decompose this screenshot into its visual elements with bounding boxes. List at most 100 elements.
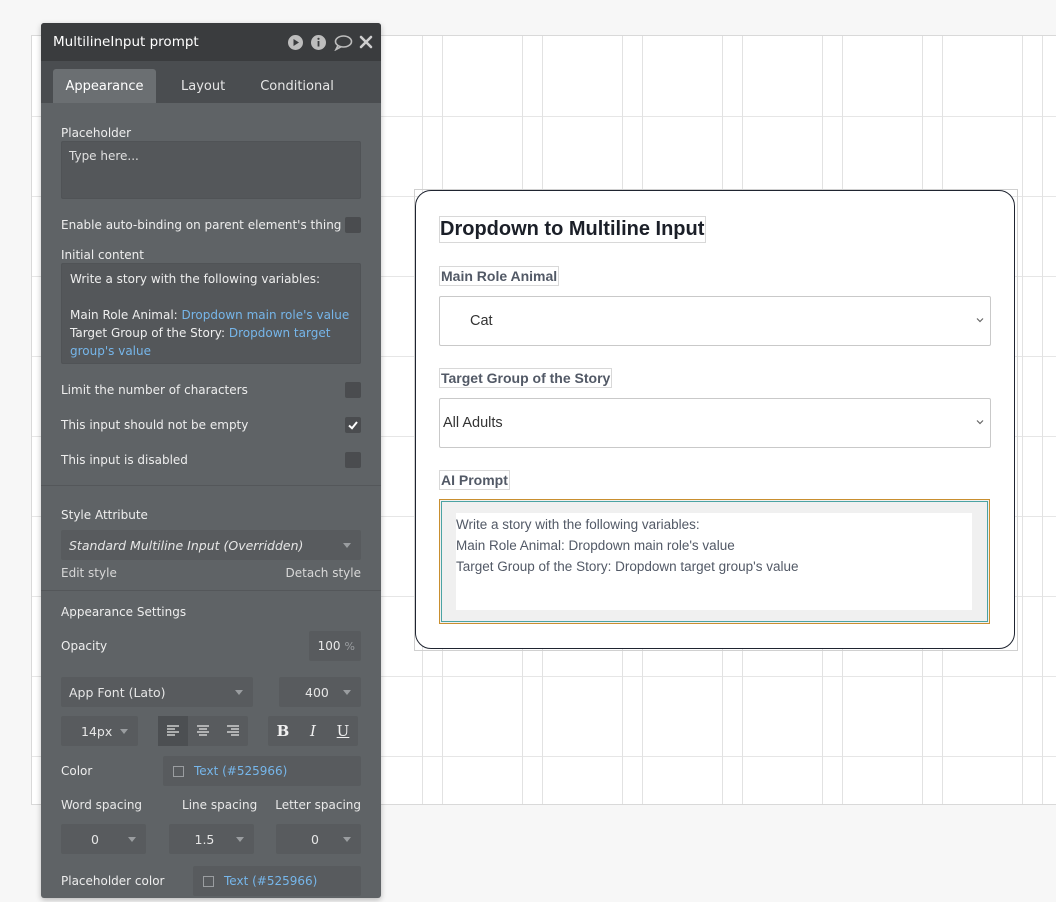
placeholder-color-label: Placeholder color [61, 874, 165, 888]
word-spacing-label: Word spacing [61, 798, 143, 812]
color-swatch [173, 765, 184, 777]
panel-titlebar[interactable]: MultilineInput prompt [41, 23, 381, 61]
underline-button[interactable]: U [328, 716, 358, 746]
main-role-dropdown[interactable]: Cat [439, 296, 991, 346]
not-empty-checkbox[interactable] [345, 416, 361, 433]
chevron-down-icon [128, 837, 136, 842]
color-swatch [203, 875, 214, 887]
opacity-label: Opacity [61, 639, 108, 653]
disabled-label: This input is disabled [61, 452, 188, 467]
disabled-row: This input is disabled [61, 442, 361, 477]
target-group-value: All Adults [443, 415, 503, 431]
letter-spacing-dropdown[interactable]: 0 [276, 824, 361, 854]
main-role-label[interactable]: Main Role Animal [439, 266, 560, 286]
target-group-label[interactable]: Target Group of the Story [439, 368, 613, 388]
line-spacing-label: Line spacing [182, 798, 258, 812]
opacity-input[interactable]: 100 % [309, 631, 361, 661]
style-value: Standard Multiline Input (Overridden) [69, 537, 304, 553]
placeholder-color-row: Placeholder color Text (#525966) [61, 866, 361, 896]
initial-content-line: Main Role Animal: Dropdown main role's v… [70, 306, 352, 324]
font-weight-dropdown[interactable]: 400 [279, 677, 361, 707]
page-title[interactable]: Dropdown to Multiline Input [439, 216, 707, 243]
ai-prompt-label[interactable]: AI Prompt [439, 470, 510, 490]
play-icon[interactable] [287, 34, 304, 51]
auto-binding-checkbox[interactable] [345, 216, 361, 233]
chevron-down-icon [235, 837, 244, 842]
spacing-labels: Word spacing Line spacing Letter spacing [61, 798, 361, 812]
placeholder-color-value: Text (#525966) [224, 874, 318, 888]
chevron-down-icon [343, 837, 351, 842]
initial-content-label: Initial content [61, 248, 144, 262]
font-family-value: App Font (Lato) [69, 684, 166, 700]
font-size-dropdown[interactable]: 14px [61, 716, 138, 746]
text-style-group: B I U [268, 716, 358, 746]
italic-button[interactable]: I [298, 716, 328, 746]
initial-content-line: Target Group of the Story: Dropdown targ… [70, 324, 352, 342]
dynamic-expression-main-role[interactable]: Dropdown main role's value [182, 308, 350, 322]
word-spacing-dropdown[interactable]: 0 [61, 824, 146, 854]
align-left-icon[interactable] [158, 716, 188, 746]
align-group [158, 716, 248, 746]
font-family-dropdown[interactable]: App Font (Lato) [61, 677, 253, 707]
auto-binding-row: Enable auto-binding on parent element's … [61, 207, 361, 242]
placeholder-label: Placeholder [61, 126, 132, 140]
panel-title[interactable]: MultilineInput prompt [53, 34, 199, 50]
not-empty-label: This input should not be empty [61, 417, 249, 432]
dynamic-expression-target-group-cont[interactable]: group's value [70, 342, 352, 360]
align-center-icon[interactable] [188, 716, 218, 746]
edit-style-link[interactable]: Edit style [61, 566, 117, 580]
letter-spacing-label: Letter spacing [275, 798, 361, 812]
chevron-down-icon [343, 690, 351, 695]
tab-conditional[interactable]: Conditional [245, 69, 349, 103]
ai-prompt-line: Write a story with the following variabl… [456, 517, 700, 532]
font-size-value: 14px [81, 723, 113, 739]
color-picker[interactable]: Text (#525966) [163, 756, 361, 786]
limit-chars-row: Limit the number of characters [61, 372, 361, 407]
placeholder-field[interactable]: Type here... [61, 141, 361, 199]
dynamic-expression-target-group[interactable]: Dropdown target [229, 326, 331, 340]
letter-spacing-value: 0 [311, 831, 319, 847]
initial-content-field[interactable]: Write a story with the following variabl… [61, 263, 361, 364]
ai-prompt-line: Main Role Animal: Dropdown main role's v… [456, 538, 735, 553]
align-right-icon[interactable] [218, 716, 248, 746]
color-label: Color [61, 764, 93, 778]
chevron-down-icon [343, 543, 351, 548]
chevron-down-icon [235, 690, 243, 695]
opacity-unit: % [344, 639, 355, 653]
limit-chars-checkbox[interactable] [345, 381, 361, 398]
chevron-down-icon [120, 729, 128, 734]
placeholder-color-picker[interactable]: Text (#525966) [193, 866, 361, 896]
tab-layout[interactable]: Layout [166, 69, 240, 103]
font-weight-value: 400 [305, 684, 329, 700]
auto-binding-label: Enable auto-binding on parent element's … [61, 217, 342, 232]
target-group-dropdown[interactable]: All Adults [439, 398, 991, 448]
chevron-down-icon [976, 318, 984, 323]
checkmark-icon [348, 420, 358, 430]
property-editor-panel[interactable]: MultilineInput prompt Appearance Layout … [41, 23, 381, 898]
disabled-checkbox[interactable] [345, 451, 361, 468]
opacity-row: Opacity 100 % [61, 631, 361, 661]
line-spacing-value: 1.5 [194, 831, 215, 847]
initial-content-line: Write a story with the following variabl… [70, 272, 321, 286]
ai-prompt-line: Target Group of the Story: Dropdown targ… [456, 559, 799, 574]
style-attribute-label: Style Attribute [61, 508, 148, 522]
not-empty-row: This input should not be empty [61, 407, 361, 442]
bold-button[interactable]: B [268, 716, 298, 746]
chevron-down-icon [976, 420, 984, 425]
grid-line [1042, 36, 1043, 804]
limit-chars-label: Limit the number of characters [61, 382, 248, 397]
initial-content-text: Main Role Animal: [70, 308, 182, 322]
style-dropdown[interactable]: Standard Multiline Input (Overridden) [61, 530, 361, 560]
info-icon[interactable] [310, 34, 327, 51]
initial-content-text: Target Group of the Story: [70, 326, 229, 340]
detach-style-link[interactable]: Detach style [286, 566, 361, 580]
word-spacing-value: 0 [91, 831, 99, 847]
grid-line [1022, 36, 1023, 804]
line-spacing-dropdown[interactable]: 1.5 [168, 824, 254, 854]
close-icon[interactable] [359, 35, 373, 49]
color-value: Text (#525966) [194, 764, 288, 778]
appearance-settings-label: Appearance Settings [61, 605, 187, 619]
tab-appearance[interactable]: Appearance [53, 69, 156, 103]
ai-prompt-text[interactable]: Write a story with the following variabl… [456, 513, 972, 610]
comment-icon[interactable] [333, 34, 353, 51]
